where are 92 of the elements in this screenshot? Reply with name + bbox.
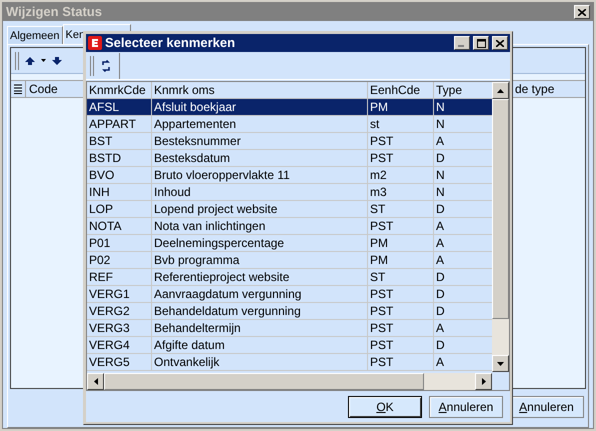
dialog-title: Selecteer kenmerken: [105, 34, 236, 52]
vertical-scrollbar[interactable]: [492, 82, 509, 372]
table-cell: Besteksnummer: [152, 133, 368, 149]
table-cell: LOP: [87, 201, 152, 217]
table-cell: Referentieproject website: [152, 269, 368, 285]
table-row[interactable]: REF Referentieproject website ST D: [87, 269, 492, 286]
list-icon: [14, 84, 22, 94]
arrow-down-icon[interactable]: [52, 56, 62, 64]
table-row[interactable]: P02 Bvb programma PM A: [87, 252, 492, 269]
table-cell: Bvb programma: [152, 252, 368, 268]
app-logo-icon: [88, 36, 102, 50]
column-header[interactable]: EenhCde: [368, 82, 434, 98]
close-icon: [578, 8, 586, 16]
dialog-button[interactable]: OK: [348, 396, 422, 418]
table-cell: NOTA: [87, 218, 152, 234]
table-cell: m2: [368, 167, 434, 183]
table-cell: BVO: [87, 167, 152, 183]
table-cell: INH: [87, 184, 152, 200]
table-row[interactable]: BVO Bruto vloeroppervlakte 11 m2 N: [87, 167, 492, 184]
table-cell: Afsluit boekjaar: [152, 99, 368, 115]
window-title: Wijzigen Status: [6, 3, 102, 22]
table-row[interactable]: P01 Deelnemingspercentage PM A: [87, 235, 492, 252]
table-cell: ST: [368, 201, 434, 217]
table-row[interactable]: LOP Lopend project website ST D: [87, 201, 492, 218]
table-cell: Bruto vloeroppervlakte 11: [152, 167, 368, 183]
scroll-down-icon[interactable]: [497, 362, 504, 366]
table-row[interactable]: NOTA Nota van inlichtingen PST A: [87, 218, 492, 235]
table-cell: BSTD: [87, 150, 152, 166]
horizontal-scrollbar[interactable]: [87, 373, 492, 390]
table-cell: Lopend project website: [152, 201, 368, 217]
table-cell: PST: [368, 218, 434, 234]
table-row[interactable]: VERG4 Afgifte datum PST D: [87, 337, 492, 354]
close-button[interactable]: [492, 36, 508, 50]
table-cell: PM: [368, 99, 434, 115]
table-cell: Behandeltermijn: [152, 320, 368, 336]
scroll-left-icon[interactable]: [94, 378, 98, 385]
table-cell: Inhoud: [152, 184, 368, 200]
table-cell: m3: [368, 184, 434, 200]
table-cell: REF: [87, 269, 152, 285]
column-header[interactable]: Knmrk oms: [152, 82, 368, 98]
close-icon: [496, 40, 504, 46]
table-cell: P02: [87, 252, 152, 268]
maximize-icon: [476, 38, 486, 48]
maximize-button[interactable]: [473, 36, 489, 50]
minimize-button[interactable]: [454, 36, 470, 50]
table-cell: APPART: [87, 116, 152, 132]
arrow-up-icon[interactable]: [25, 56, 35, 64]
table-row[interactable]: INH Inhoud m3 N: [87, 184, 492, 201]
table-cell: PST: [368, 337, 434, 353]
table-row[interactable]: APPART Appartementen st N: [87, 116, 492, 133]
table-cell: VERG2: [87, 303, 152, 319]
table-cell: PST: [368, 286, 434, 302]
table-cell: Behandeldatum vergunning: [152, 303, 368, 319]
table-row[interactable]: VERG2 Behandeldatum vergunning PST D: [87, 303, 492, 320]
table-cell: PST: [368, 150, 434, 166]
table-row[interactable]: BSTD Besteksdatum PST D: [87, 150, 492, 167]
table-cell: Ontvankelijk: [152, 354, 368, 370]
table-row[interactable]: VERG1 Aanvraagdatum vergunning PST D: [87, 286, 492, 303]
table-cell: Aanvraagdatum vergunning: [152, 286, 368, 302]
table-cell: Appartementen: [152, 116, 368, 132]
table-row[interactable]: VERG5 Ontvankelijk PST A: [87, 354, 492, 371]
caret-icon[interactable]: [41, 59, 46, 62]
table-cell: AFSL: [87, 99, 152, 115]
table-cell: Besteksdatum: [152, 150, 368, 166]
column-header: de type: [514, 81, 556, 98]
table-cell: VERG5: [87, 354, 152, 370]
table-cell: PST: [368, 320, 434, 336]
table-cell: st: [368, 116, 434, 132]
table-cell: PM: [368, 235, 434, 251]
scroll-up-icon[interactable]: [497, 88, 504, 92]
scroll-right-icon[interactable]: [482, 378, 486, 385]
table-cell: P01: [87, 235, 152, 251]
refresh-icon[interactable]: [101, 58, 111, 72]
close-button[interactable]: [574, 5, 590, 19]
column-header[interactable]: KnmrkCde: [87, 82, 152, 98]
table-cell: Deelnemingspercentage: [152, 235, 368, 251]
table-cell: BST: [87, 133, 152, 149]
table-cell: Afgifte datum: [152, 337, 368, 353]
table-cell: PST: [368, 133, 434, 149]
table-cell: Nota van inlichtingen: [152, 218, 368, 234]
table-cell: PM: [368, 252, 434, 268]
dialog-button[interactable]: Annuleren: [429, 396, 503, 418]
table-row[interactable]: AFSL Afsluit boekjaar PM N: [87, 99, 492, 116]
tab[interactable]: Algemeen: [7, 26, 63, 44]
table-cell: PST: [368, 354, 434, 370]
table-cell: ST: [368, 269, 434, 285]
table-cell: PST: [368, 303, 434, 319]
table-row[interactable]: BST Besteksnummer PST A: [87, 133, 492, 150]
table-cell: VERG1: [87, 286, 152, 302]
table-row[interactable]: VERG3 Behandeltermijn PST A: [87, 320, 492, 337]
table-cell: VERG3: [87, 320, 152, 336]
table-cell: VERG4: [87, 337, 152, 353]
